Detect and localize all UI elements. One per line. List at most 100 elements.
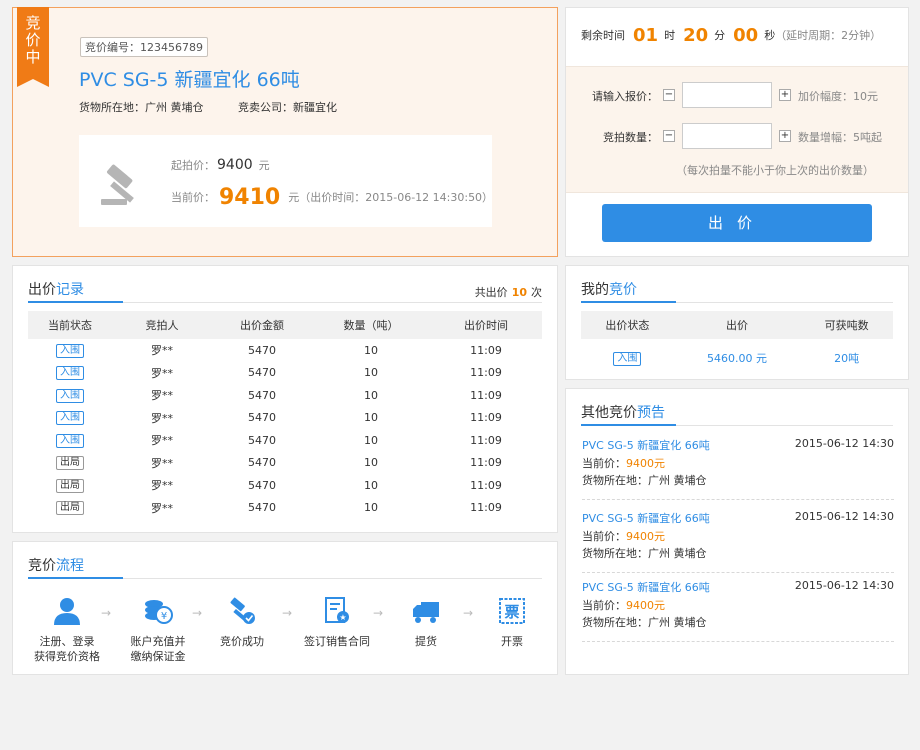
- section-underline: [581, 424, 676, 426]
- status-badge: 出局: [56, 478, 84, 493]
- quantity-decrease-button[interactable]: −: [663, 130, 675, 142]
- section-underline: [28, 301, 123, 303]
- upcoming-bid-price: 当前价：9400元: [582, 597, 665, 613]
- section-title: 其他竞价预告: [581, 402, 665, 422]
- status-badge: 入围: [56, 366, 84, 381]
- starting-price-value: 9400: [217, 157, 253, 173]
- price-input[interactable]: [682, 82, 772, 108]
- price-increase-button[interactable]: +: [779, 89, 791, 101]
- time-cell: 11:09: [470, 343, 502, 357]
- upcoming-bid-location: 货物所在地：广州 黄埔仓: [582, 547, 707, 560]
- current-price-value: 9410: [219, 185, 281, 210]
- price-box: 起拍价： 9400 元 当前价： 9410 元（出价时间：2015-06-12 14:3…: [79, 135, 494, 227]
- status-cell: 入围: [28, 339, 112, 362]
- status-cell: 入围: [581, 339, 674, 377]
- amount-cell: 5470: [248, 343, 276, 357]
- starting-price-row: 起拍价： 9400 元: [171, 157, 270, 173]
- time-cell: 11:09: [470, 366, 502, 380]
- upcoming-bid-link[interactable]: PVC SG-5 新疆宜化 66吨: [582, 579, 710, 595]
- status-badge: 入围: [56, 343, 84, 358]
- section-title: 出价记录: [28, 279, 84, 299]
- svg-text:¥: ¥: [161, 611, 167, 622]
- upcoming-bid-link[interactable]: PVC SG-5 新疆宜化 66吨: [582, 510, 710, 526]
- quantity-increase-button[interactable]: +: [779, 130, 791, 142]
- quantity-increment-note: 数量增幅：5吨起: [798, 131, 882, 144]
- auction-product-panel: 竞 价 中 竞价编号：123456789 PVC SG-5 新疆宜化 66吨 货…: [12, 7, 558, 257]
- amount-cell: 5470: [248, 478, 276, 492]
- bidding-process-panel: 竞价流程 注册、登录 获得竞价资格 → ¥ 账户充值并 缴纳保证金 → 竞价成功 →…: [12, 541, 558, 675]
- svg-text:★: ★: [339, 613, 346, 622]
- bid-records-body: 入围 罗** 5470 10 11:09 入围 罗** 5470 10 11:09 入围 罗** 547…: [28, 339, 542, 519]
- table-header-row: 出价状态 出价 可获吨数: [581, 311, 893, 339]
- table-row: 入围 罗** 5470 10 11:09: [28, 339, 542, 362]
- section-title-part: 其他竞价: [581, 405, 637, 421]
- table-row: 出局 罗** 5470 10 11:09: [28, 497, 542, 520]
- column-header: 出价: [673, 311, 801, 339]
- coins-icon: ¥: [145, 600, 173, 624]
- status-badge: 入围: [613, 351, 642, 366]
- process-step: 提货: [381, 596, 471, 649]
- countdown-seconds: 00: [733, 25, 759, 46]
- bidder-cell: 罗**: [151, 344, 173, 358]
- hours-unit: 时: [664, 29, 676, 42]
- gavel-icon: [101, 164, 134, 205]
- list-item[interactable]: PVC SG-5 新疆宜化 66吨 2015-06-12 14:30 当前价：9…: [582, 427, 894, 500]
- column-header: 竞拍人: [112, 311, 212, 339]
- status-badge: 出局: [56, 456, 84, 471]
- current-price-note: 元（出价时间：2015-06-12 14:30:50）: [288, 191, 494, 204]
- starting-price-unit: 元: [258, 159, 270, 172]
- column-header: 出价时间: [430, 311, 542, 339]
- bid-number: 竞价编号：123456789: [80, 37, 208, 57]
- status-badge: 入围: [56, 388, 84, 403]
- upcoming-bid-time: 2015-06-12 14:30: [794, 437, 894, 450]
- bidder-cell: 罗**: [151, 389, 173, 403]
- bid-count-number: 10: [511, 286, 527, 299]
- upcoming-bid-link[interactable]: PVC SG-5 新疆宜化 66吨: [582, 437, 710, 453]
- countdown-minutes: 20: [683, 25, 709, 46]
- truck-icon: [413, 602, 439, 623]
- tons-cell: 20吨: [834, 352, 860, 365]
- time-cell: 11:09: [470, 478, 502, 492]
- section-title-highlight: 流程: [56, 558, 84, 574]
- step-label: 获得竞价资格: [34, 650, 100, 663]
- section-title-highlight: 记录: [56, 282, 84, 298]
- upcoming-bid-location: 货物所在地：广州 黄埔仓: [582, 474, 707, 487]
- column-header: 当前状态: [28, 311, 112, 339]
- time-cell: 11:09: [470, 501, 502, 515]
- table-row: 入围 罗** 5470 10 11:09: [28, 362, 542, 385]
- table-row: 入围 罗** 5470 10 11:09: [28, 429, 542, 452]
- status-cell: 入围: [28, 407, 112, 430]
- quantity-input[interactable]: [682, 123, 772, 149]
- bidder-cell: 罗**: [151, 434, 173, 448]
- column-header: 出价金额: [212, 311, 312, 339]
- section-title: 我的竞价: [581, 279, 637, 299]
- upcoming-bid-location: 货物所在地：广州 黄埔仓: [582, 616, 707, 629]
- price-cell: 5460.00 元: [707, 352, 767, 365]
- amount-cell: 5470: [248, 433, 276, 447]
- section-title-highlight: 竞价: [609, 282, 637, 298]
- starting-price-label: 起拍价：: [171, 159, 215, 172]
- ribbon-char: 竞: [25, 14, 41, 32]
- ribbon-char: 中: [25, 48, 41, 66]
- extension-note: （延时周期：2分钟）: [775, 29, 882, 42]
- goods-location: 货物所在地：广州 黄埔仓: [79, 101, 204, 114]
- table-row: 入围 罗** 5470 10 11:09: [28, 407, 542, 430]
- price-value: 9400元: [626, 530, 665, 543]
- bid-count-pre: 共出价: [474, 286, 508, 299]
- status-badge: 入围: [56, 411, 84, 426]
- list-item[interactable]: PVC SG-5 新疆宜化 66吨 2015-06-12 14:30 当前价：9…: [582, 500, 894, 573]
- price-value: 9400元: [626, 599, 665, 612]
- quantity-cell: 10: [364, 411, 378, 425]
- user-icon: [54, 598, 80, 625]
- product-title: PVC SG-5 新疆宜化 66吨: [79, 69, 300, 91]
- status-badge: 入围: [56, 433, 84, 448]
- list-item[interactable]: PVC SG-5 新疆宜化 66吨 2015-06-12 14:30 当前价：9…: [582, 569, 894, 642]
- step-label: 提货: [415, 635, 437, 648]
- submit-bid-button[interactable]: 出价: [602, 204, 872, 242]
- price-decrease-button[interactable]: −: [663, 89, 675, 101]
- gavel-check-icon: [230, 597, 255, 624]
- upcoming-bid-time: 2015-06-12 14:30: [794, 510, 894, 523]
- quantity-cell: 10: [364, 388, 378, 402]
- bidding-status-ribbon: 竞 价 中: [17, 7, 49, 87]
- status-cell: 入围: [28, 429, 112, 452]
